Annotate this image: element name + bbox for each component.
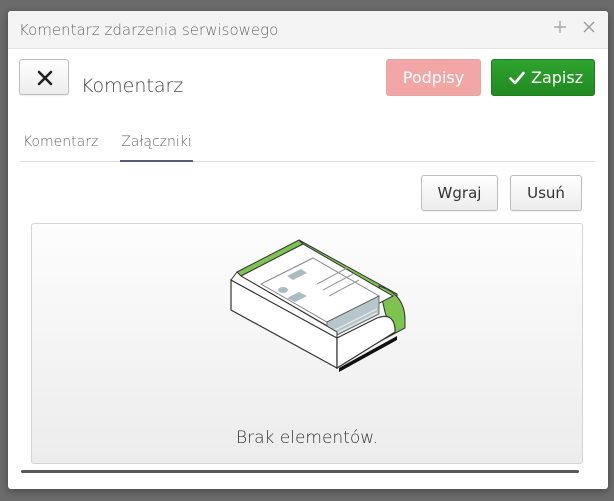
delete-button[interactable]: Usuń: [510, 175, 582, 211]
close-form-button[interactable]: [19, 59, 69, 95]
check-icon: [509, 71, 525, 85]
plus-icon[interactable]: [550, 19, 570, 39]
x-icon: [37, 70, 53, 86]
page-title: Komentarz: [81, 75, 184, 97]
horizontal-scrollbar[interactable]: [21, 470, 579, 473]
attachments-list: Brak elementów.: [31, 223, 583, 464]
service-comment-dialog: Komentarz zdarzenia serwisowego Komentar…: [8, 11, 608, 489]
tab-bar: Komentarz Załączniki: [20, 128, 595, 162]
empty-state-message: Brak elementów.: [235, 428, 379, 448]
save-button-label: Zapisz: [531, 68, 584, 87]
tab-komentarz[interactable]: Komentarz: [23, 128, 103, 162]
close-icon[interactable]: [579, 19, 599, 39]
upload-button[interactable]: Wgraj: [421, 175, 498, 211]
dialog-titlebar: Komentarz zdarzenia serwisowego: [8, 11, 608, 49]
save-button[interactable]: Zapisz: [491, 59, 595, 96]
empty-box-icon: [230, 239, 406, 372]
dialog-title: Komentarz zdarzenia serwisowego: [19, 21, 279, 39]
dialog-header: Komentarz Podpisy Zapisz: [8, 49, 608, 119]
tab-zalaczniki[interactable]: Załączniki: [120, 128, 193, 162]
signatures-button[interactable]: Podpisy: [386, 59, 481, 96]
